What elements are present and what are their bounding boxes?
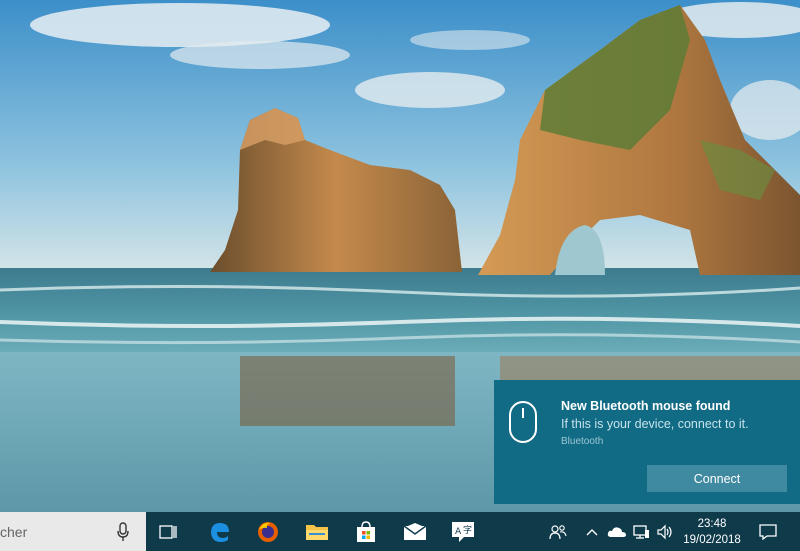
edge-icon[interactable]	[198, 512, 242, 551]
task-view-icon[interactable]	[146, 512, 190, 551]
taskbar: cher A 字 23:48 19/02/2018	[0, 512, 800, 551]
notification-title: New Bluetooth mouse found	[561, 399, 731, 413]
mail-icon[interactable]	[393, 512, 437, 551]
clock-date: 19/02/2018	[683, 534, 741, 546]
search-box[interactable]: cher	[0, 512, 146, 551]
folder-icon[interactable]	[295, 512, 339, 551]
search-text: cher	[0, 524, 28, 540]
volume-icon[interactable]	[654, 512, 676, 551]
ime-icon[interactable]: A 字	[441, 512, 485, 551]
notification-body: If this is your device, connect to it.	[561, 417, 749, 431]
mouse-icon	[509, 401, 537, 443]
onedrive-icon[interactable]	[606, 512, 628, 551]
clock-time: 23:48	[697, 518, 727, 530]
bluetooth-notification[interactable]: New Bluetooth mouse found If this is you…	[494, 380, 800, 504]
notification-attribution: Bluetooth	[561, 436, 604, 447]
microphone-icon[interactable]	[116, 522, 130, 542]
store-bag-icon[interactable]	[344, 512, 388, 551]
firefox-icon[interactable]	[246, 512, 290, 551]
connect-button[interactable]: Connect	[647, 465, 787, 492]
svg-text:A: A	[455, 527, 462, 537]
chevron-up-icon[interactable]	[584, 512, 600, 551]
system-clock[interactable]: 23:48 19/02/2018	[677, 516, 747, 548]
svg-text:字: 字	[463, 524, 472, 536]
people-icon[interactable]	[546, 512, 570, 551]
network-icon[interactable]	[630, 512, 652, 551]
action-center-icon[interactable]	[756, 512, 780, 551]
